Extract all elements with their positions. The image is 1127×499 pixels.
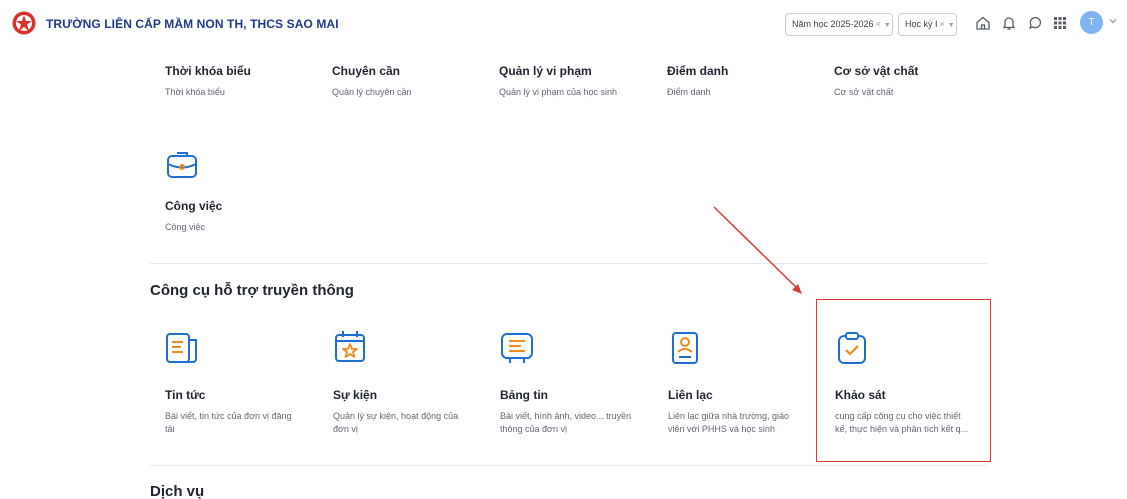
feature-card-attendance[interactable]: Chuyên cần Quản lý chuyên cần <box>332 64 482 99</box>
news-icon <box>166 333 197 363</box>
annotation-arrow-icon <box>713 206 802 294</box>
feature-card-events[interactable]: Sự kiện Quản lý sự kiện, hoạt động của đ… <box>333 388 483 436</box>
chat-icon[interactable] <box>1027 15 1043 31</box>
calendar-star-icon <box>335 331 365 362</box>
feature-card-roll-call[interactable]: Điểm danh Điểm danh <box>667 64 817 99</box>
feature-desc: Công việc <box>165 222 206 232</box>
term-select[interactable]: Học kỳ I × ▼ <box>898 13 957 36</box>
feature-desc: Thời khóa biểu <box>165 87 225 97</box>
feature-title: Bảng tin <box>500 388 548 402</box>
feature-card-bulletin[interactable]: Bảng tin Bài viết, hình ảnh, video... tr… <box>500 388 650 436</box>
feature-card-violations[interactable]: Quản lý vi phạm Quản lý vi phạm của học … <box>499 64 649 99</box>
bell-icon[interactable] <box>1001 15 1017 31</box>
clear-icon[interactable]: × <box>876 19 881 29</box>
feature-title: Điểm danh <box>667 64 729 78</box>
feature-desc: Quản lý vi phạm của học sinh <box>499 87 618 97</box>
feature-card-work[interactable]: Công việc Công việc <box>165 199 315 234</box>
feature-card-facilities[interactable]: Cơ sở vật chất Cơ sở vật chất <box>834 64 984 99</box>
apps-grid-icon[interactable] <box>1052 15 1068 31</box>
top-bar: TRƯỜNG LIÊN CẤP MẦM NON TH, THCS SAO MAI… <box>0 0 1127 48</box>
feature-title: Chuyên cần <box>332 64 401 78</box>
feature-title: Liên lạc <box>668 388 713 402</box>
clear-icon[interactable]: × <box>940 19 945 29</box>
section-divider <box>150 465 987 466</box>
contact-card-icon <box>672 332 698 364</box>
feature-title: Công việc <box>165 199 223 213</box>
chevron-down-icon: ▼ <box>883 22 891 29</box>
feature-desc: Điểm danh <box>667 87 711 97</box>
feature-title: Sự kiện <box>333 388 378 402</box>
section-title-communication: Công cụ hỗ trợ truyền thông <box>150 282 354 299</box>
school-year-value: Năm học 2025-2026 <box>792 19 874 29</box>
highlight-box <box>816 299 991 462</box>
school-logo-icon[interactable] <box>12 11 36 35</box>
feature-desc: Cơ sở vật chất <box>834 87 894 97</box>
feature-desc: Quản lý sự kiện, hoạt động của đơn vị <box>333 411 459 434</box>
feature-desc: Bài viết, tin tức của đơn vị đăng tải <box>165 411 292 434</box>
feature-desc: Quản lý chuyên cần <box>332 87 412 97</box>
feature-title: Thời khóa biểu <box>165 64 251 78</box>
chevron-down-icon: ▼ <box>947 22 955 29</box>
section-title-services: Dịch vụ <box>150 483 205 499</box>
feature-title: Cơ sở vật chất <box>834 64 919 78</box>
feature-card-timetable[interactable]: Thời khóa biểu Thời khóa biểu <box>165 64 315 99</box>
chevron-down-icon[interactable] <box>1108 16 1118 26</box>
feature-title: Tin tức <box>165 388 206 402</box>
school-year-select[interactable]: Năm học 2025-2026 × ▼ <box>785 13 893 36</box>
home-icon[interactable] <box>975 15 991 31</box>
section-divider <box>150 263 987 264</box>
briefcase-icon <box>167 152 197 178</box>
feature-desc: Bài viết, hình ảnh, video... truyền thôn… <box>500 411 632 434</box>
feature-card-news[interactable]: Tin tức Bài viết, tin tức của đơn vị đăn… <box>165 388 315 436</box>
feature-desc: Liên lạc giữa nhà trường, giáo viên với … <box>668 411 790 434</box>
bulletin-icon <box>501 333 533 363</box>
term-value: Học kỳ I <box>905 19 938 29</box>
feature-title: Quản lý vi phạm <box>499 64 592 78</box>
user-avatar[interactable]: T <box>1080 11 1103 34</box>
school-name[interactable]: TRƯỜNG LIÊN CẤP MẦM NON TH, THCS SAO MAI <box>46 17 339 31</box>
feature-card-contact[interactable]: Liên lạc Liên lạc giữa nhà trường, giáo … <box>668 388 818 436</box>
